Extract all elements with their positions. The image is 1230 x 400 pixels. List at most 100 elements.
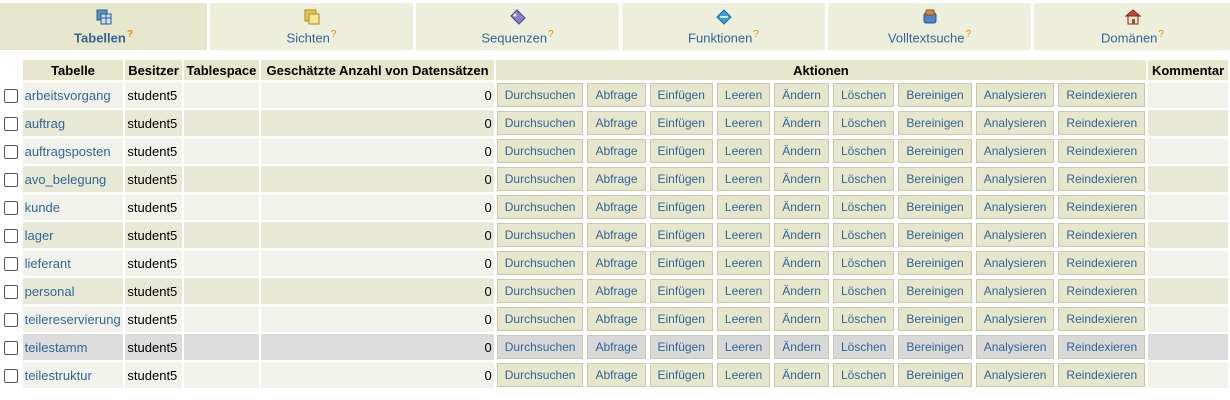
- action-1-button[interactable]: Abfrage: [587, 139, 646, 163]
- row-checkbox[interactable]: [4, 144, 19, 159]
- action-3-button[interactable]: Leeren: [716, 335, 771, 359]
- action-8-button[interactable]: Reindexieren: [1058, 83, 1146, 107]
- action-5-button[interactable]: Löschen: [832, 279, 895, 303]
- tab-sichten[interactable]: Sichten?: [210, 3, 413, 50]
- action-3-button[interactable]: Leeren: [716, 363, 771, 387]
- help-icon[interactable]: ?: [966, 29, 972, 40]
- action-2-button[interactable]: Einfügen: [649, 251, 713, 275]
- action-4-button[interactable]: Ändern: [774, 251, 829, 275]
- action-3-button[interactable]: Leeren: [716, 279, 771, 303]
- row-checkbox[interactable]: [4, 116, 19, 131]
- table-name-link[interactable]: auftragsposten: [23, 144, 111, 159]
- action-2-button[interactable]: Einfügen: [649, 279, 713, 303]
- table-name-link[interactable]: teilestamm: [23, 340, 88, 355]
- action-3-button[interactable]: Leeren: [716, 167, 771, 191]
- action-7-button[interactable]: Analysieren: [975, 223, 1055, 247]
- action-8-button[interactable]: Reindexieren: [1058, 167, 1146, 191]
- help-icon[interactable]: ?: [127, 29, 133, 40]
- action-8-button[interactable]: Reindexieren: [1058, 279, 1146, 303]
- table-name-link[interactable]: personal: [23, 284, 75, 299]
- action-0-button[interactable]: Durchsuchen: [496, 335, 584, 359]
- tab-sequenzen[interactable]: Sequenzen?: [416, 3, 619, 50]
- action-1-button[interactable]: Abfrage: [587, 111, 646, 135]
- action-1-button[interactable]: Abfrage: [587, 167, 646, 191]
- action-3-button[interactable]: Leeren: [716, 83, 771, 107]
- action-7-button[interactable]: Analysieren: [975, 335, 1055, 359]
- action-1-button[interactable]: Abfrage: [587, 335, 646, 359]
- action-7-button[interactable]: Analysieren: [975, 111, 1055, 135]
- action-6-button[interactable]: Bereinigen: [898, 307, 972, 331]
- row-checkbox[interactable]: [4, 172, 19, 187]
- action-2-button[interactable]: Einfügen: [649, 111, 713, 135]
- action-8-button[interactable]: Reindexieren: [1058, 223, 1146, 247]
- action-5-button[interactable]: Löschen: [832, 251, 895, 275]
- action-8-button[interactable]: Reindexieren: [1058, 195, 1146, 219]
- action-4-button[interactable]: Ändern: [774, 195, 829, 219]
- action-1-button[interactable]: Abfrage: [587, 307, 646, 331]
- action-5-button[interactable]: Löschen: [832, 111, 895, 135]
- table-name-link[interactable]: lager: [23, 228, 54, 243]
- action-3-button[interactable]: Leeren: [716, 139, 771, 163]
- table-name-link[interactable]: lieferant: [23, 256, 71, 271]
- action-8-button[interactable]: Reindexieren: [1058, 335, 1146, 359]
- action-5-button[interactable]: Löschen: [832, 335, 895, 359]
- action-6-button[interactable]: Bereinigen: [898, 111, 972, 135]
- action-2-button[interactable]: Einfügen: [649, 363, 713, 387]
- table-name-link[interactable]: kunde: [23, 200, 60, 215]
- action-0-button[interactable]: Durchsuchen: [496, 83, 584, 107]
- table-name-link[interactable]: auftrag: [23, 116, 65, 131]
- action-4-button[interactable]: Ändern: [774, 307, 829, 331]
- row-checkbox[interactable]: [4, 88, 19, 103]
- row-checkbox[interactable]: [4, 340, 19, 355]
- action-2-button[interactable]: Einfügen: [649, 195, 713, 219]
- action-5-button[interactable]: Löschen: [832, 83, 895, 107]
- action-8-button[interactable]: Reindexieren: [1058, 363, 1146, 387]
- action-0-button[interactable]: Durchsuchen: [496, 139, 584, 163]
- action-5-button[interactable]: Löschen: [832, 363, 895, 387]
- action-0-button[interactable]: Durchsuchen: [496, 223, 584, 247]
- table-name-link[interactable]: arbeitsvorgang: [23, 88, 111, 103]
- action-7-button[interactable]: Analysieren: [975, 167, 1055, 191]
- action-5-button[interactable]: Löschen: [832, 139, 895, 163]
- action-7-button[interactable]: Analysieren: [975, 195, 1055, 219]
- action-7-button[interactable]: Analysieren: [975, 363, 1055, 387]
- action-5-button[interactable]: Löschen: [832, 223, 895, 247]
- action-2-button[interactable]: Einfügen: [649, 223, 713, 247]
- row-checkbox[interactable]: [4, 312, 19, 327]
- tab-funktionen[interactable]: Funktionen?: [622, 3, 825, 50]
- action-6-button[interactable]: Bereinigen: [898, 83, 972, 107]
- action-6-button[interactable]: Bereinigen: [898, 363, 972, 387]
- table-name-link[interactable]: avo_belegung: [23, 172, 107, 187]
- action-7-button[interactable]: Analysieren: [975, 251, 1055, 275]
- help-icon[interactable]: ?: [331, 29, 337, 40]
- action-0-button[interactable]: Durchsuchen: [496, 363, 584, 387]
- action-3-button[interactable]: Leeren: [716, 251, 771, 275]
- action-4-button[interactable]: Ändern: [774, 363, 829, 387]
- row-checkbox[interactable]: [4, 256, 19, 271]
- action-5-button[interactable]: Löschen: [832, 307, 895, 331]
- action-0-button[interactable]: Durchsuchen: [496, 307, 584, 331]
- action-1-button[interactable]: Abfrage: [587, 363, 646, 387]
- action-3-button[interactable]: Leeren: [716, 223, 771, 247]
- action-4-button[interactable]: Ändern: [774, 223, 829, 247]
- action-1-button[interactable]: Abfrage: [587, 83, 646, 107]
- action-6-button[interactable]: Bereinigen: [898, 251, 972, 275]
- action-6-button[interactable]: Bereinigen: [898, 223, 972, 247]
- action-0-button[interactable]: Durchsuchen: [496, 251, 584, 275]
- action-6-button[interactable]: Bereinigen: [898, 139, 972, 163]
- action-2-button[interactable]: Einfügen: [649, 139, 713, 163]
- action-6-button[interactable]: Bereinigen: [898, 335, 972, 359]
- action-0-button[interactable]: Durchsuchen: [496, 111, 584, 135]
- row-checkbox[interactable]: [4, 368, 19, 383]
- action-1-button[interactable]: Abfrage: [587, 251, 646, 275]
- help-icon[interactable]: ?: [548, 29, 554, 40]
- action-4-button[interactable]: Ändern: [774, 335, 829, 359]
- action-2-button[interactable]: Einfügen: [649, 335, 713, 359]
- action-2-button[interactable]: Einfügen: [649, 307, 713, 331]
- action-4-button[interactable]: Ändern: [774, 167, 829, 191]
- action-0-button[interactable]: Durchsuchen: [496, 167, 584, 191]
- action-6-button[interactable]: Bereinigen: [898, 195, 972, 219]
- action-3-button[interactable]: Leeren: [716, 111, 771, 135]
- tab-volltextsuche[interactable]: Volltextsuche?: [828, 3, 1031, 50]
- action-6-button[interactable]: Bereinigen: [898, 279, 972, 303]
